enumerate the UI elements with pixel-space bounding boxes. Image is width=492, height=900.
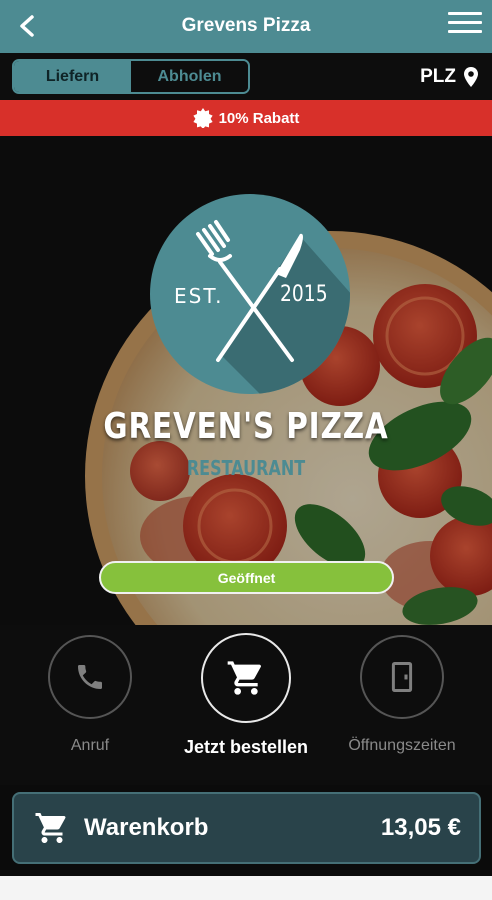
order-now-action[interactable]: Jetzt bestellen bbox=[166, 633, 326, 758]
hero-section: EST. 2015 GREVEN'S PIZZA RESTAURANT Geöf… bbox=[0, 136, 492, 625]
delivery-mode-toggle: Liefern Abholen bbox=[12, 59, 250, 94]
cart-icon bbox=[35, 813, 66, 843]
phone-icon bbox=[78, 665, 102, 689]
map-pin-icon bbox=[464, 67, 478, 87]
bottom-strip bbox=[0, 876, 492, 900]
call-label: Anruf bbox=[70, 737, 110, 754]
cart-total: 13,05 € bbox=[380, 814, 461, 841]
opening-hours-action[interactable]: Öffnungszeiten bbox=[322, 635, 482, 755]
order-now-label: Jetzt bestellen bbox=[183, 737, 309, 757]
opening-hours-label: Öffnungszeiten bbox=[348, 737, 456, 754]
app-header: Grevens Pizza bbox=[0, 0, 492, 53]
open-status-button[interactable]: Geöffnet bbox=[99, 561, 394, 594]
hamburger-menu-icon bbox=[448, 12, 482, 33]
brand-name: GREVEN'S PIZZA bbox=[103, 406, 389, 447]
menu-button[interactable] bbox=[448, 12, 482, 40]
postal-code-selector[interactable]: PLZ bbox=[420, 66, 478, 88]
mode-bar: Liefern Abholen PLZ bbox=[0, 53, 492, 100]
promo-text: 10% Rabatt bbox=[218, 109, 300, 127]
brand-subtitle: RESTAURANT bbox=[186, 456, 306, 480]
call-action[interactable]: Anruf bbox=[10, 635, 170, 755]
toggle-pickup[interactable]: Abholen bbox=[131, 61, 248, 92]
quick-actions: Anruf Jetzt bestellen Öffnungszeiten bbox=[0, 625, 492, 785]
page-title: Grevens Pizza bbox=[181, 15, 311, 36]
cart-label: Warenkorb bbox=[84, 814, 209, 841]
door-icon bbox=[391, 661, 413, 693]
promo-banner[interactable]: 10% Rabatt bbox=[0, 100, 492, 136]
toggle-delivery[interactable]: Liefern bbox=[14, 61, 131, 92]
logo-year-text: 2015 bbox=[280, 282, 328, 307]
cart-icon bbox=[227, 661, 261, 695]
logo-est-text: EST. bbox=[174, 284, 224, 308]
app-screen: Grevens Pizza Liefern Abholen PLZ 10% Ra… bbox=[0, 0, 492, 900]
cart-button[interactable]: Warenkorb 13,05 € bbox=[12, 792, 481, 864]
badge-icon bbox=[192, 108, 213, 128]
postal-code-label: PLZ bbox=[420, 66, 456, 87]
